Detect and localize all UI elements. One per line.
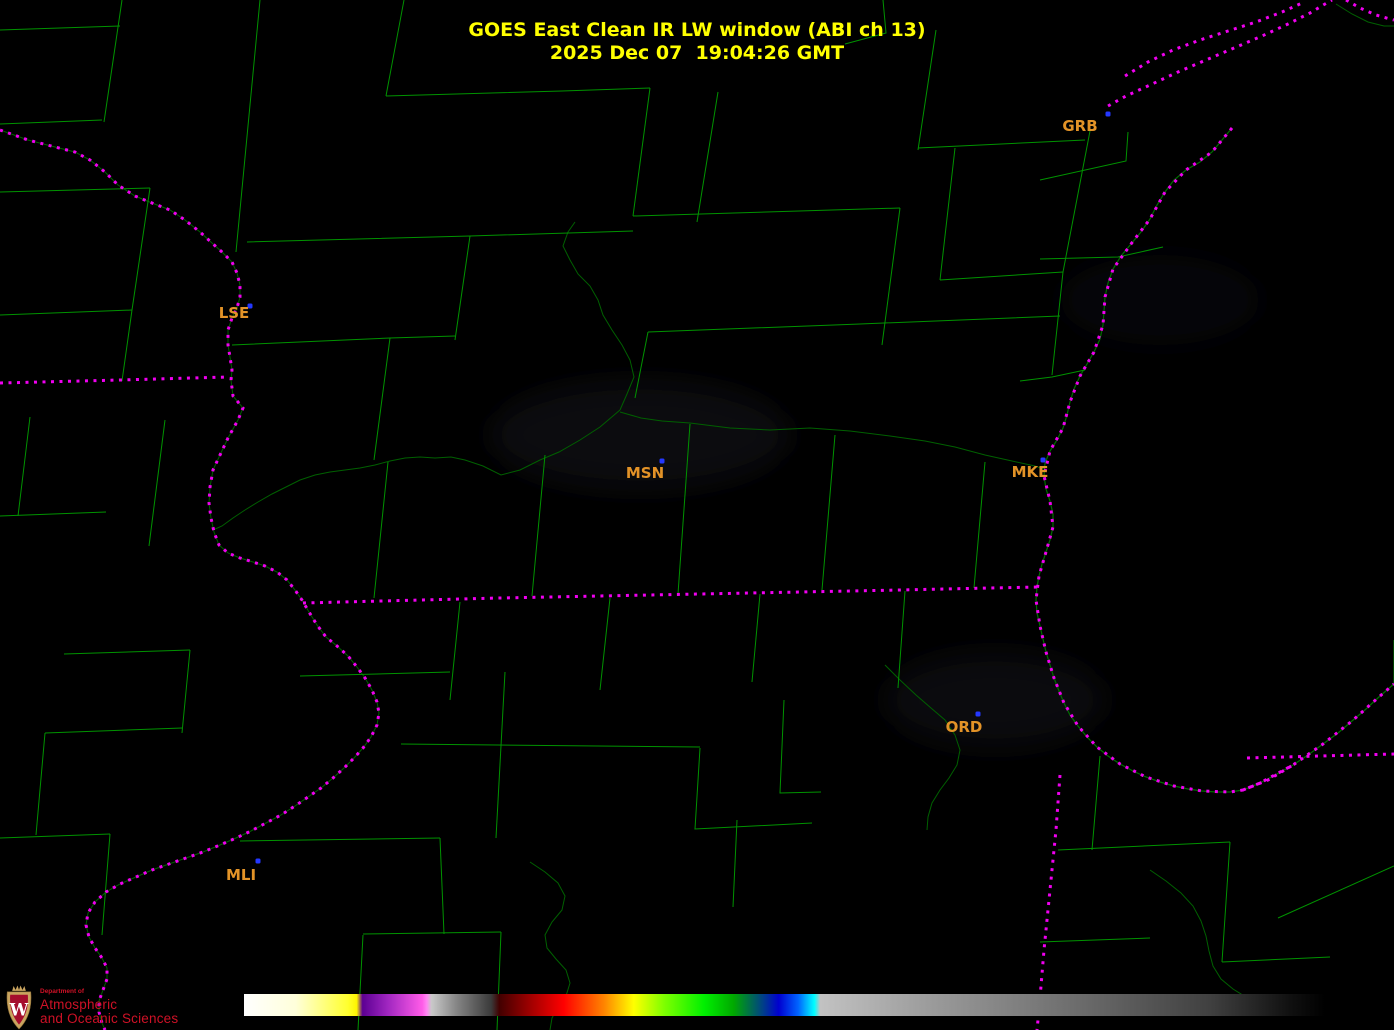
station-dot-mke	[1041, 458, 1046, 463]
county-boundary-lines	[0, 0, 1394, 1030]
river-lines	[0, 4, 1394, 1030]
county-line	[45, 728, 182, 733]
county-line	[440, 838, 444, 934]
satellite-map: LSE GRB MSN MKE ORD MLI	[0, 0, 1394, 1030]
county-line	[122, 310, 132, 381]
aos-logo-text: Department of Atmospheric and Oceanic Sc…	[40, 983, 178, 1030]
county-line	[232, 336, 455, 345]
county-line	[455, 236, 470, 340]
county-line	[1092, 756, 1100, 850]
county-line	[374, 338, 390, 460]
station-markers: LSE GRB MSN MKE ORD MLI	[219, 112, 1111, 885]
satellite-image-viewport: LSE GRB MSN MKE ORD MLI GOES East Clean IR LW…	[0, 0, 1394, 1030]
station-label-grb: GRB	[1062, 117, 1097, 135]
county-line	[882, 208, 900, 345]
county-line	[780, 700, 821, 793]
county-line	[695, 748, 812, 829]
county-line	[1040, 938, 1150, 942]
county-line	[1222, 957, 1330, 962]
mississippi-river-line	[0, 130, 379, 1030]
state-border	[1037, 775, 1060, 1030]
logo-dept-line: Department of	[40, 989, 178, 996]
logo-line-2: and Oceanic Sciences	[40, 1012, 178, 1026]
county-line	[401, 744, 700, 747]
ir-cloud-shading	[490, 255, 1260, 748]
logo-line-1: Atmospheric	[40, 998, 178, 1012]
county-line	[102, 834, 110, 935]
state-border	[1346, 0, 1394, 20]
station-label-mli: MLI	[226, 866, 256, 884]
image-title-block: GOES East Clean IR LW window (ABI ch 13)…	[0, 19, 1394, 65]
county-line	[1058, 842, 1230, 850]
image-timestamp: 2025 Dec 07 19:04:26 GMT	[0, 42, 1394, 65]
state-border	[0, 377, 228, 383]
county-line	[450, 602, 460, 700]
county-line	[18, 417, 30, 516]
county-line	[240, 838, 440, 841]
county-line	[36, 733, 45, 835]
county-line	[496, 672, 505, 838]
county-line	[918, 140, 1085, 148]
county-line	[1063, 131, 1090, 272]
county-line	[374, 462, 388, 598]
county-line	[974, 462, 985, 588]
county-line	[0, 512, 106, 516]
county-line	[0, 310, 132, 315]
county-line	[0, 120, 102, 124]
county-line	[149, 420, 165, 546]
state-border	[1247, 754, 1394, 758]
county-line	[697, 92, 718, 222]
county-line	[940, 148, 955, 280]
county-line	[1222, 842, 1230, 962]
svg-text:W: W	[9, 999, 29, 1019]
county-line	[0, 834, 110, 838]
river-line	[1150, 870, 1274, 1007]
station-dot-ord	[976, 712, 981, 717]
county-line	[633, 88, 650, 216]
county-line	[940, 272, 1063, 280]
county-line	[132, 188, 150, 310]
county-line	[1052, 272, 1063, 375]
image-title: GOES East Clean IR LW window (ABI ch 13)	[0, 19, 1394, 42]
county-line	[752, 594, 760, 682]
state-border	[303, 587, 1037, 603]
county-line	[182, 650, 190, 733]
county-line	[633, 208, 900, 216]
county-line	[247, 231, 633, 242]
county-line	[363, 932, 501, 934]
county-line	[1040, 132, 1128, 180]
county-line	[822, 435, 835, 590]
county-line	[1278, 866, 1394, 918]
state-border	[0, 130, 379, 1030]
aos-logo: W Department of Atmospheric and Oceanic …	[2, 983, 232, 1030]
county-line	[64, 650, 190, 654]
county-line	[733, 820, 737, 907]
station-dot-mli	[256, 859, 261, 864]
uw-crest-icon: W	[2, 983, 36, 1030]
county-line	[600, 598, 610, 690]
station-label-msn: MSN	[626, 464, 664, 482]
state-border-dotted-lines	[0, 0, 1394, 1030]
station-dot-grb	[1106, 112, 1111, 117]
station-dot-msn	[660, 459, 665, 464]
county-line	[386, 88, 650, 96]
county-line	[300, 672, 450, 676]
station-label-mke: MKE	[1012, 463, 1049, 481]
station-label-lse: LSE	[219, 304, 250, 322]
ir-enhancement-colorbar	[244, 994, 1394, 1016]
county-line	[648, 316, 1060, 332]
station-label-ord: ORD	[946, 718, 983, 736]
county-line	[532, 455, 545, 596]
